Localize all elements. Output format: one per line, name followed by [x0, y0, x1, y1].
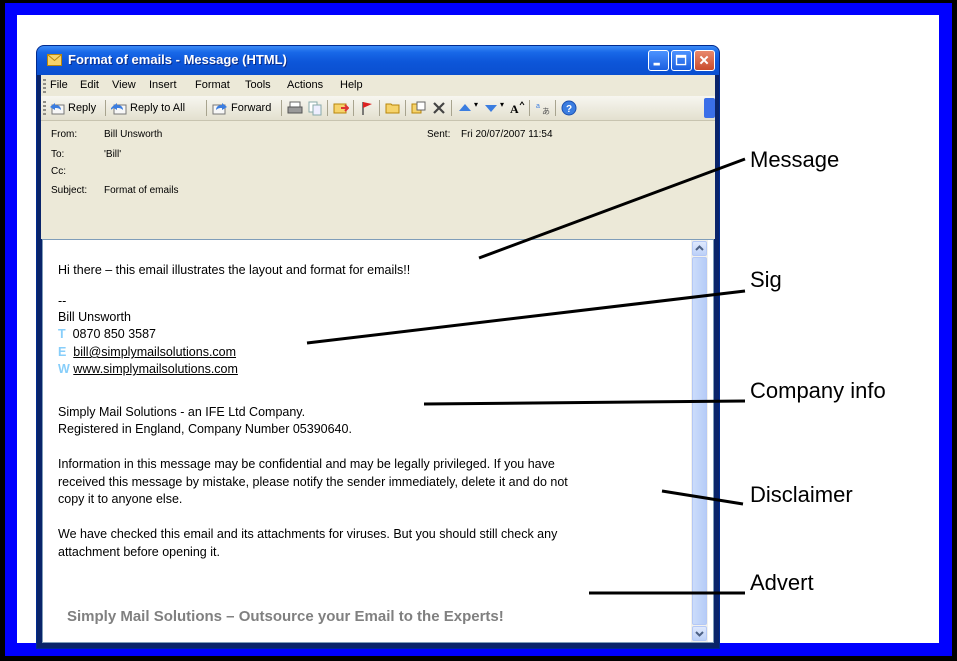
annotation-disclaimer: Disclaimer: [750, 482, 853, 507]
message-pointer-line: [478, 157, 746, 260]
slide-background: Format of emails - Message (HTML) File E…: [5, 3, 952, 656]
annotation-advert: Advert: [750, 570, 814, 595]
annotation-company-info: Company info: [750, 378, 886, 403]
annotation-sig: Sig: [750, 267, 782, 292]
callout-lines: [306, 157, 746, 595]
disclaimer-pointer-line: [661, 489, 744, 506]
annotation-message: Message: [750, 147, 840, 172]
sig-pointer-line: [306, 289, 746, 345]
company-pointer-line: [423, 399, 746, 406]
slide-page: Format of emails - Message (HTML) File E…: [17, 15, 939, 649]
